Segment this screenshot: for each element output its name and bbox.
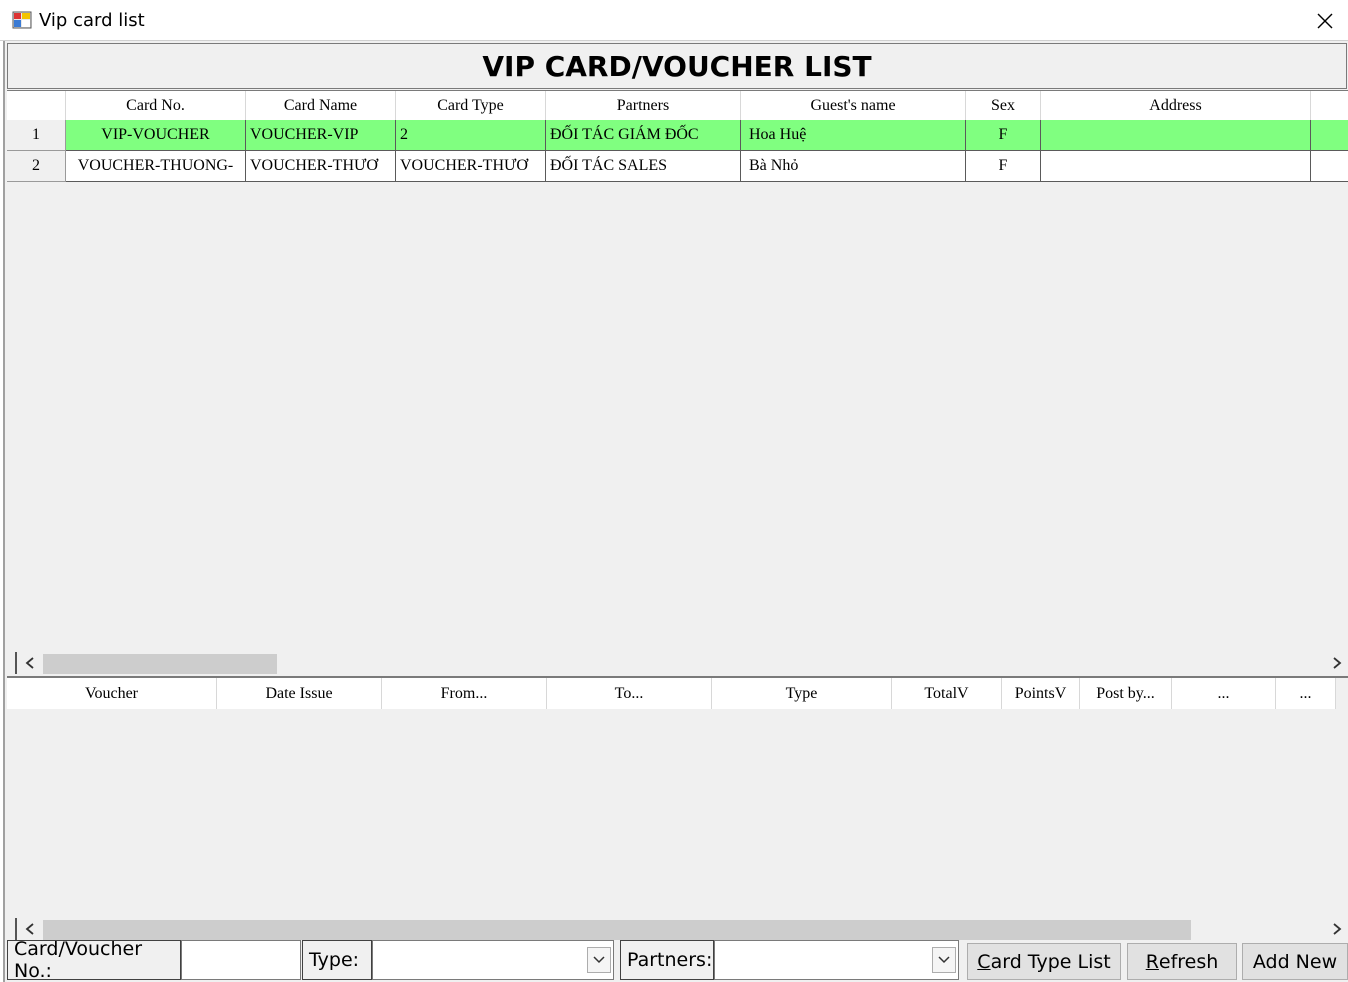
app-window-icon [12, 11, 32, 29]
page-title: VIP CARD/VOUCHER LIST [7, 43, 1347, 89]
chevron-left-icon [25, 657, 34, 669]
table-row[interactable]: 1 VIP-VOUCHER VOUCHER-VIP 2 ĐỐI TÁC GIÁM… [7, 120, 1348, 151]
scroll-right-button[interactable] [1326, 918, 1348, 940]
column-header-filler [1336, 678, 1348, 709]
card-type-list-mnemonic: C [977, 950, 991, 973]
column-header-date-issue[interactable]: Date Issue [217, 678, 382, 709]
column-header-filler [1311, 91, 1348, 120]
partners-combobox[interactable] [714, 940, 959, 980]
type-dropdown-button[interactable] [587, 947, 611, 973]
column-header-voucher[interactable]: Voucher [7, 678, 217, 709]
chevron-down-icon [593, 956, 605, 964]
column-header-card-no[interactable]: Card No. [66, 91, 246, 120]
scrollbar-edge [15, 918, 17, 940]
cell-guest-name[interactable]: Bà Nhỏ [741, 151, 966, 182]
cell-card-type[interactable]: VOUCHER-THƯƠ [396, 151, 546, 182]
refresh-label: efresh [1158, 950, 1219, 973]
card-no-input[interactable] [181, 940, 301, 980]
cell-guest-name[interactable]: Hoa Huệ [741, 120, 966, 151]
title-bar: Vip card list [0, 0, 1348, 41]
column-header-totalv[interactable]: TotalV [892, 678, 1002, 709]
card-type-list-button[interactable]: Card Type List [967, 943, 1121, 980]
scroll-left-button[interactable] [19, 652, 41, 674]
type-label: Type: [302, 940, 372, 980]
scrollbar-edge [15, 652, 17, 674]
column-header-guest-name[interactable]: Guest's name [741, 91, 966, 120]
add-new-button[interactable]: Add New [1242, 943, 1348, 980]
card-no-label: Card/Voucher No.: [7, 938, 181, 982]
refresh-mnemonic: R [1145, 950, 1159, 973]
chevron-right-icon [1333, 923, 1342, 935]
row-header-corner [7, 91, 66, 120]
card-type-list-label: ard Type List [990, 950, 1111, 973]
chevron-down-icon [938, 956, 950, 964]
cards-grid-hscrollbar[interactable] [7, 652, 1348, 674]
scroll-thumb[interactable] [43, 920, 1191, 940]
column-header-card-name[interactable]: Card Name [246, 91, 396, 120]
cell-sex[interactable]: F [966, 120, 1041, 151]
cell-address[interactable] [1041, 151, 1311, 182]
column-header-extra-2[interactable]: ... [1276, 678, 1336, 709]
column-header-address[interactable]: Address [1041, 91, 1311, 120]
column-header-type[interactable]: Type [712, 678, 892, 709]
cell-card-type[interactable]: 2 [396, 120, 546, 151]
window-title: Vip card list [39, 10, 145, 31]
partners-dropdown-button[interactable] [932, 947, 956, 973]
cell-address[interactable] [1041, 120, 1311, 151]
scroll-right-button[interactable] [1326, 652, 1348, 674]
type-combobox[interactable] [372, 940, 614, 980]
refresh-button[interactable]: Refresh [1127, 943, 1237, 980]
row-index[interactable]: 1 [7, 120, 66, 151]
column-header-post-by[interactable]: Post by... [1080, 678, 1172, 709]
cell-partners[interactable]: ĐỐI TÁC GIÁM ĐỐC [546, 120, 741, 151]
filter-bar: Card/Voucher No.: Type: Partners: Card T… [5, 938, 1348, 982]
close-button[interactable] [1302, 0, 1348, 41]
cell-sex[interactable]: F [966, 151, 1041, 182]
column-header-sex[interactable]: Sex [966, 91, 1041, 120]
cell-card-no[interactable]: VIP-VOUCHER [66, 120, 246, 151]
vouchers-grid-hscrollbar[interactable] [7, 918, 1348, 940]
cell-filler [1311, 151, 1348, 182]
column-header-card-type[interactable]: Card Type [396, 91, 546, 120]
column-header-extra-1[interactable]: ... [1172, 678, 1276, 709]
close-icon [1317, 13, 1333, 28]
chevron-left-icon [25, 923, 34, 935]
cell-card-name[interactable]: VOUCHER-VIP [246, 120, 396, 151]
cards-grid[interactable]: Card No. Card Name Card Type Partners Gu… [7, 90, 1348, 678]
column-header-partners[interactable]: Partners [546, 91, 741, 120]
cell-card-no[interactable]: VOUCHER-THUONG- [66, 151, 246, 182]
table-row[interactable]: 2 VOUCHER-THUONG- VOUCHER-THƯƠ VOUCHER-T… [7, 151, 1348, 182]
column-header-pointsv[interactable]: PointsV [1002, 678, 1080, 709]
cell-partners[interactable]: ĐỐI TÁC SALES [546, 151, 741, 182]
chevron-right-icon [1333, 657, 1342, 669]
cell-filler [1311, 120, 1348, 151]
cell-card-name[interactable]: VOUCHER-THƯƠ [246, 151, 396, 182]
scroll-thumb[interactable] [43, 654, 277, 674]
scroll-left-button[interactable] [19, 918, 41, 940]
vouchers-grid[interactable]: Voucher Date Issue From... To... Type To… [7, 676, 1348, 940]
column-header-to[interactable]: To... [547, 678, 712, 709]
row-index[interactable]: 2 [7, 151, 66, 182]
window-body: VIP CARD/VOUCHER LIST Card No. Card Name… [3, 41, 1348, 982]
column-header-from[interactable]: From... [382, 678, 547, 709]
partners-label: Partners: [620, 940, 714, 980]
